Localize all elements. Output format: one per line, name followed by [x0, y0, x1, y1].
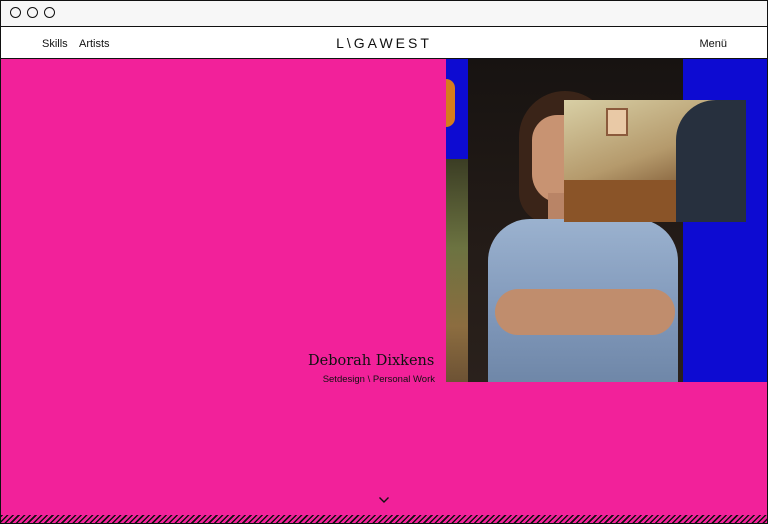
window-titlebar [1, 1, 767, 27]
inset-wall-frame [606, 108, 628, 136]
chevron-down-icon[interactable] [378, 492, 390, 503]
window-maximize-button[interactable] [44, 7, 55, 18]
window-close-button[interactable] [10, 7, 21, 18]
artist-name-link[interactable]: Deborah Dixkens [308, 353, 434, 369]
window-minimize-button[interactable] [27, 7, 38, 18]
interior-inset-photo[interactable] [564, 100, 746, 222]
site-logo[interactable]: L\GAWEST [1, 35, 767, 51]
browser-window: Skills Artists L\GAWEST Menü Deborah Dix… [0, 0, 768, 524]
hatched-bottom-border [1, 515, 767, 523]
inset-figure-silhouette [676, 100, 746, 222]
menu-button[interactable]: Menü [699, 38, 727, 50]
photo-detail-orange [446, 79, 455, 127]
artist-categories: Setdesign \ Personal Work [322, 374, 435, 385]
hero-section: Deborah Dixkens Setdesign \ Personal Wor… [1, 59, 767, 523]
portrait-crossed-arms-shape [495, 289, 675, 335]
site-header: Skills Artists L\GAWEST Menü [1, 27, 767, 59]
